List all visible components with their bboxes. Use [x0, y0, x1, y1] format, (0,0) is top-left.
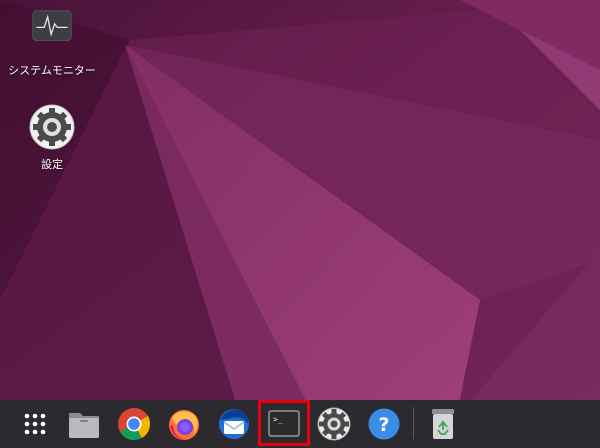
app-grid-icon: [24, 413, 46, 435]
chrome-icon: [118, 408, 151, 441]
dock-help-button[interactable]: ?: [366, 406, 402, 442]
terminal-highlight-box: [258, 400, 310, 446]
firefox-icon: [169, 410, 199, 440]
desktop-icon-system-monitor[interactable]: システムモニター: [0, 10, 107, 78]
dock-chrome-button[interactable]: [116, 406, 152, 442]
dock-firefox-button[interactable]: [166, 406, 202, 442]
settings-gear-icon: [317, 407, 351, 441]
system-monitor-icon: [29, 10, 75, 56]
files-folder-icon: [69, 413, 99, 438]
dock-files-button[interactable]: [66, 406, 102, 442]
settings-gear-icon: [29, 104, 75, 150]
dock-settings-button[interactable]: [316, 406, 352, 442]
dock-separator: [413, 407, 414, 439]
dock-app-grid-button[interactable]: [17, 406, 53, 442]
desktop-icon-label: システムモニター: [8, 64, 96, 77]
desktop-icon-label: 設定: [41, 158, 63, 171]
dock-trash-button[interactable]: [425, 406, 461, 442]
help-glyph: ?: [378, 414, 389, 436]
thunderbird-icon: [219, 409, 249, 439]
dock-thunderbird-button[interactable]: [216, 406, 252, 442]
help-icon: ?: [368, 408, 400, 440]
trash-icon: [432, 409, 454, 439]
desktop-icon-settings[interactable]: 設定: [0, 104, 107, 172]
